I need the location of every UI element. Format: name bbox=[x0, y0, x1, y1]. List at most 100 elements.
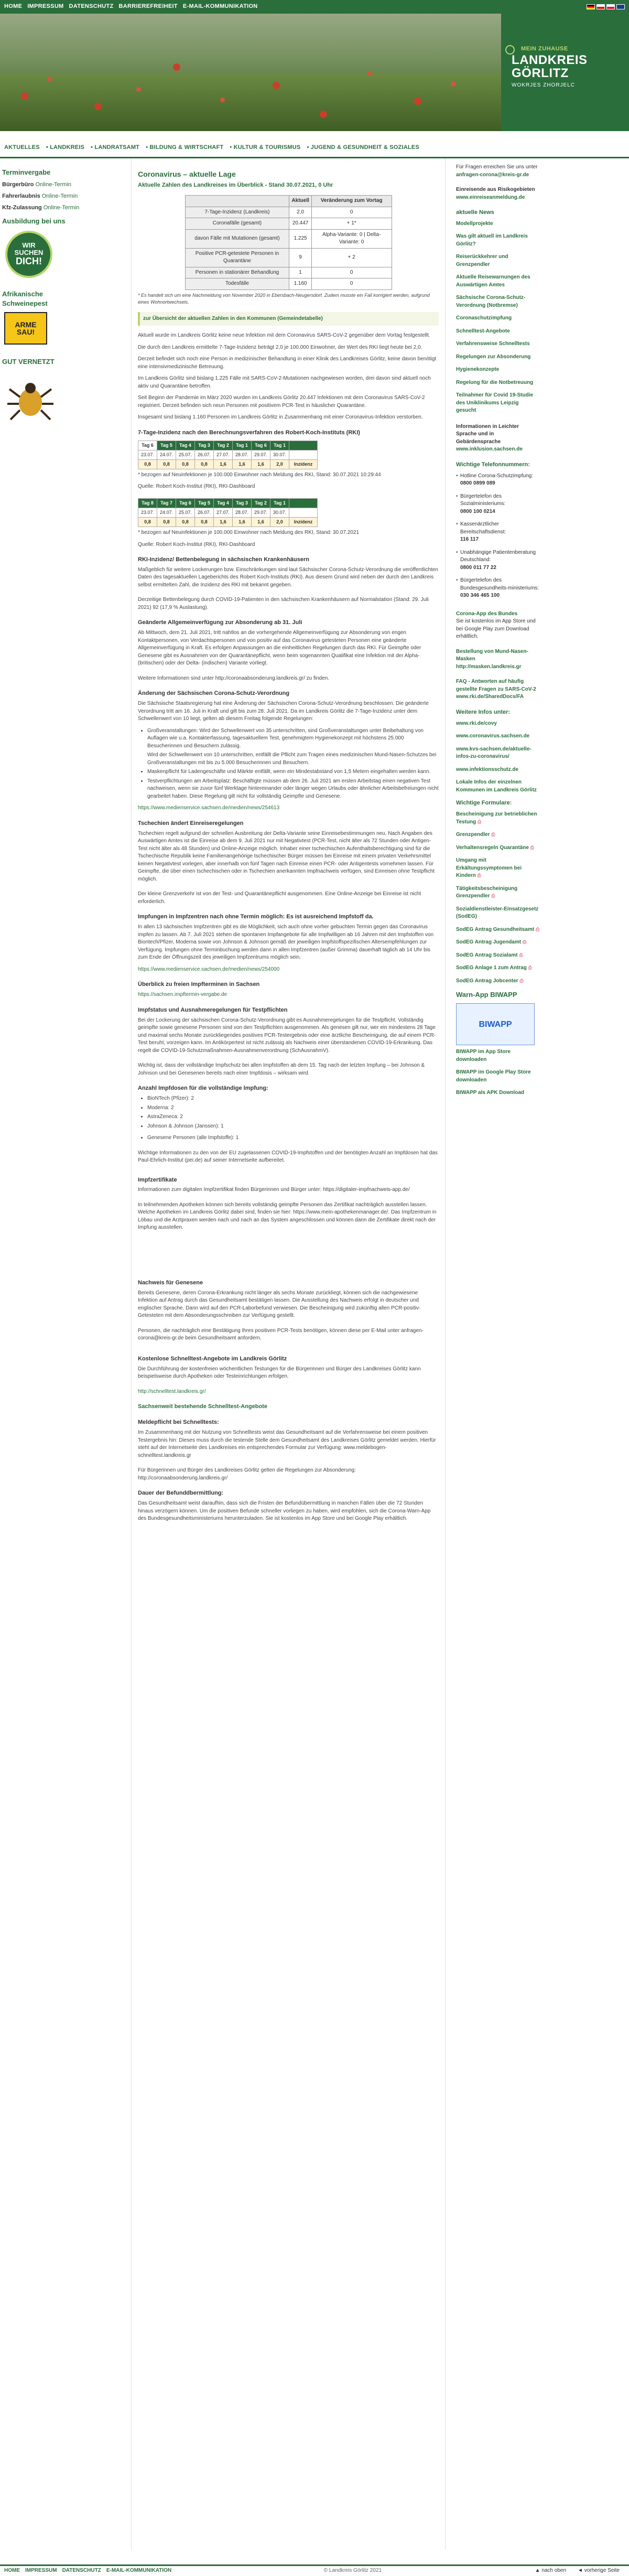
service-buergerbuero[interactable]: Bürgerbüro Online-Termin bbox=[2, 181, 84, 189]
left-sidebar: Terminvergabe Bürgerbüro Online-Termin F… bbox=[0, 164, 86, 429]
flag-cz-icon[interactable] bbox=[597, 4, 605, 9]
section: Dauer der Befunddbermittlung: Das Gesundh… bbox=[138, 1490, 431, 1522]
list-item: Johnson & Johnson (Janssen): 1 bbox=[147, 1123, 439, 1131]
news-item: Schnelltest-Angebote bbox=[456, 328, 510, 334]
section: Impfstatus und Ausnahmeregelungen für Te… bbox=[138, 1006, 436, 1054]
news-list: Modellprojekte Was gilt aktuell im Landk… bbox=[456, 220, 540, 415]
top-link-impressum[interactable]: IMPRESSUM bbox=[27, 3, 63, 11]
table-note: * Es handelt sich um eine Nachmeldung vo… bbox=[138, 292, 430, 305]
top-link-home[interactable]: HOME bbox=[4, 3, 22, 11]
incidence-table: Tag 6 Tag 5 Tag 4 Tag 3 Tag 2 Tag 1 Tag 6 Tag 1… bbox=[138, 440, 318, 469]
incidence-source[interactable]: Quelle: Robert Koch-Institut (RKI), RKI-… bbox=[138, 541, 439, 549]
list-item: BioNTech (Pfizer): 2 bbox=[147, 1095, 439, 1103]
incidence-section-1: 7-Tage-Inzidenz nach den Berechnungsverf… bbox=[138, 429, 439, 491]
nav-bildung[interactable]: • BILDUNG & WIRTSCHAFT bbox=[146, 144, 223, 152]
news-title: aktuelle News bbox=[456, 209, 494, 216]
nav-landkreis[interactable]: • LANDKREIS bbox=[46, 144, 84, 152]
phone-item: Bürgertelefon des Bundesgesundheits-mini… bbox=[456, 577, 540, 600]
main-nav: AKTUELLES • LANDKREIS • LANDRATSAMT • BI… bbox=[0, 138, 629, 158]
training-title: Ausbildung bei uns bbox=[2, 217, 66, 225]
footer-datenschutz[interactable]: DATENSCHUTZ bbox=[62, 2567, 101, 2575]
top-bar: HOME IMPRESSUM DATENSCHUTZ BARRIEREFREIH… bbox=[0, 0, 629, 14]
poppy-decor bbox=[320, 111, 327, 118]
job-badge[interactable]: WIR SUCHEN DICH! bbox=[5, 230, 52, 278]
service-fahrerlaubnis[interactable]: Fahrerlaubnis Online-Termin bbox=[2, 192, 84, 201]
news-link[interactable]: https://www.medienservice.sachsen.de/med… bbox=[138, 805, 279, 811]
logo[interactable]: MEIN ZUHAUSE LANDKREIS GÖRLITZ WOKRJES Z… bbox=[501, 14, 629, 131]
stats-table: Aktuell Veränderung zum Vortag 7-Tage-Inz… bbox=[185, 195, 392, 290]
back-to-top[interactable]: ▲ nach oben bbox=[535, 2568, 566, 2573]
logo-claim: WOKRJES ZHORJELC bbox=[512, 82, 576, 89]
footer-home[interactable]: HOME bbox=[4, 2567, 20, 2575]
para: Im Landkreis Görlitz sind bislang 1.225 … bbox=[138, 375, 431, 389]
phone-item: Unabhängige Patientenberatung Deutschlan… bbox=[456, 549, 540, 572]
footer-impressum[interactable]: IMPRESSUM bbox=[25, 2567, 57, 2575]
top-link-datenschutz[interactable]: DATENSCHUTZ bbox=[69, 3, 114, 11]
more-title: Weitere Infos unter: bbox=[456, 709, 511, 715]
top-link-email[interactable]: E-MAIL-KOMMUNIKATION bbox=[183, 3, 258, 11]
poppy-decor bbox=[367, 71, 372, 76]
impftermin-link[interactable]: https://sachsen.impftermin-vergabe.de bbox=[138, 992, 227, 997]
nav-kultur[interactable]: • KULTUR & TOURISMUS bbox=[230, 144, 300, 152]
page-title: Coronavirus – aktuelle Lage bbox=[138, 170, 236, 178]
section: Für Bürgerinnen und Bürger des Landkreis… bbox=[138, 1467, 356, 1481]
news-item: Coronaschutzimpfung bbox=[456, 315, 512, 321]
main-content: Coronavirus – aktuelle Lage Aktuelle Zah… bbox=[131, 158, 446, 2550]
warn-links: BIWAPP im App Store downloaden BIWAPP im… bbox=[456, 1049, 531, 1096]
section: Geänderte Allgemeinverfügung zur Absonde… bbox=[138, 619, 421, 667]
news-item: Hygienekonzepte bbox=[456, 367, 500, 373]
appointment-title: Terminvergabe bbox=[2, 168, 51, 176]
section: Überblick zu freien Impfterminen in Sach… bbox=[138, 981, 260, 988]
pest-badge[interactable]: ARME SAU! bbox=[4, 312, 47, 345]
entry-link[interactable]: www.einreiseanmeldung.de bbox=[456, 195, 525, 200]
news-link[interactable]: https://www.medienservice.sachsen.de/med… bbox=[138, 967, 279, 972]
incidence-note: * bezogen auf Neuinfektionen je 100.000 … bbox=[138, 471, 381, 478]
tick-title: GUT VERNETZT bbox=[2, 358, 55, 366]
section: http://schnelltest.landkreis.gr/ bbox=[138, 1388, 206, 1394]
municipality-link[interactable]: zur Übersicht der aktuellen Zahlen in de… bbox=[138, 312, 439, 326]
poppy-decor bbox=[21, 92, 28, 100]
section: Kostenlose Schnelltest-Angebote im Landk… bbox=[138, 1355, 421, 1380]
incidence-section-2: Tag 8 Tag 7 Tag 6 Tag 5 Tag 4 Tag 3 Tag 2 Tag 1… bbox=[138, 498, 439, 549]
service-kfz[interactable]: Kfz-Zulassung Online-Termin bbox=[2, 204, 84, 212]
nav-jugend[interactable]: • JUGEND & GESUNDHEIT & SOZIALES bbox=[307, 144, 419, 152]
contact-email[interactable]: anfragen-corona@kreis-gr.de bbox=[456, 172, 529, 178]
table-row: Positive PCR-getestete Personen in Quara… bbox=[185, 248, 392, 267]
table-header-row: Aktuell Veränderung zum Vortag bbox=[185, 195, 392, 207]
nav-aktuelles[interactable]: AKTUELLES bbox=[4, 144, 40, 152]
para: Derzeit befindet sich noch eine Person i… bbox=[138, 356, 437, 370]
news-item: Regelungen zur Absonderung bbox=[456, 353, 531, 360]
rules-list: Großveranstaltungen: Wird der Schwellenw… bbox=[147, 727, 439, 801]
flag-en-icon[interactable] bbox=[616, 4, 625, 9]
poppy-decor bbox=[273, 82, 280, 89]
entry-block: Einreisende aus Risikogebieten www.einre… bbox=[456, 187, 535, 200]
copyright: © Landkreis Görlitz 2021 bbox=[323, 2568, 382, 2574]
pdf-icon: ⎙ bbox=[528, 965, 532, 971]
pdf-icon: ⎙ bbox=[522, 939, 527, 945]
list-item: Wird der Schwellenwert von 10 unterschri… bbox=[147, 752, 437, 766]
news-item: Was gilt aktuell im Landkreis Görlitz? bbox=[456, 233, 528, 247]
top-link-barrierefreiheit[interactable]: BARRIEREFREIHEIT bbox=[119, 3, 178, 11]
footer: HOME IMPRESSUM DATENSCHUTZ E-MAIL-KOMMUN… bbox=[0, 2564, 629, 2576]
section: Sachsenweit bestehende Schnelltest-Angeb… bbox=[138, 1403, 267, 1410]
pdf-icon: ⎙ bbox=[491, 832, 495, 838]
table-row: Personen in stationärer Behandlung 1 0 bbox=[185, 266, 392, 279]
flag-pl-icon[interactable] bbox=[606, 4, 615, 9]
masks-block: Bestellung von Mund-Nasen-Masken http://… bbox=[456, 648, 528, 670]
incidence-source[interactable]: Quelle: Robert Koch-Institut (RKI), RKI-… bbox=[138, 483, 439, 491]
biwapp-logo[interactable]: BIWAPP bbox=[456, 1003, 535, 1046]
poppy-decor bbox=[136, 87, 141, 92]
table-row: Todesfälle 1.160 0 bbox=[185, 278, 392, 290]
section: Weitere Informationen sind unter http://… bbox=[138, 675, 330, 681]
contact-block: Für Fragen erreichen Sie uns unter anfra… bbox=[456, 164, 538, 178]
page-subtitle: Aktuelle Zahlen des Landkreises im Überb… bbox=[138, 182, 333, 189]
previous-page[interactable]: ◄ vorherige Seite bbox=[578, 2568, 620, 2573]
flag-de-icon[interactable] bbox=[587, 4, 595, 9]
phones-title: Wichtige Telefonnummern: bbox=[456, 461, 530, 468]
table-row: davon Fälle mit Mutationen (gesamt) 1.225… bbox=[185, 229, 392, 249]
section: Impfzertifikate Informationen zum digital… bbox=[138, 1176, 410, 1193]
tick-icon[interactable] bbox=[4, 373, 57, 426]
footer-email[interactable]: E-MAIL-KOMMUNIKATION bbox=[106, 2567, 171, 2575]
nav-landratsamt[interactable]: • LANDRATSAMT bbox=[91, 144, 139, 152]
pdf-icon: ⎙ bbox=[519, 978, 524, 983]
